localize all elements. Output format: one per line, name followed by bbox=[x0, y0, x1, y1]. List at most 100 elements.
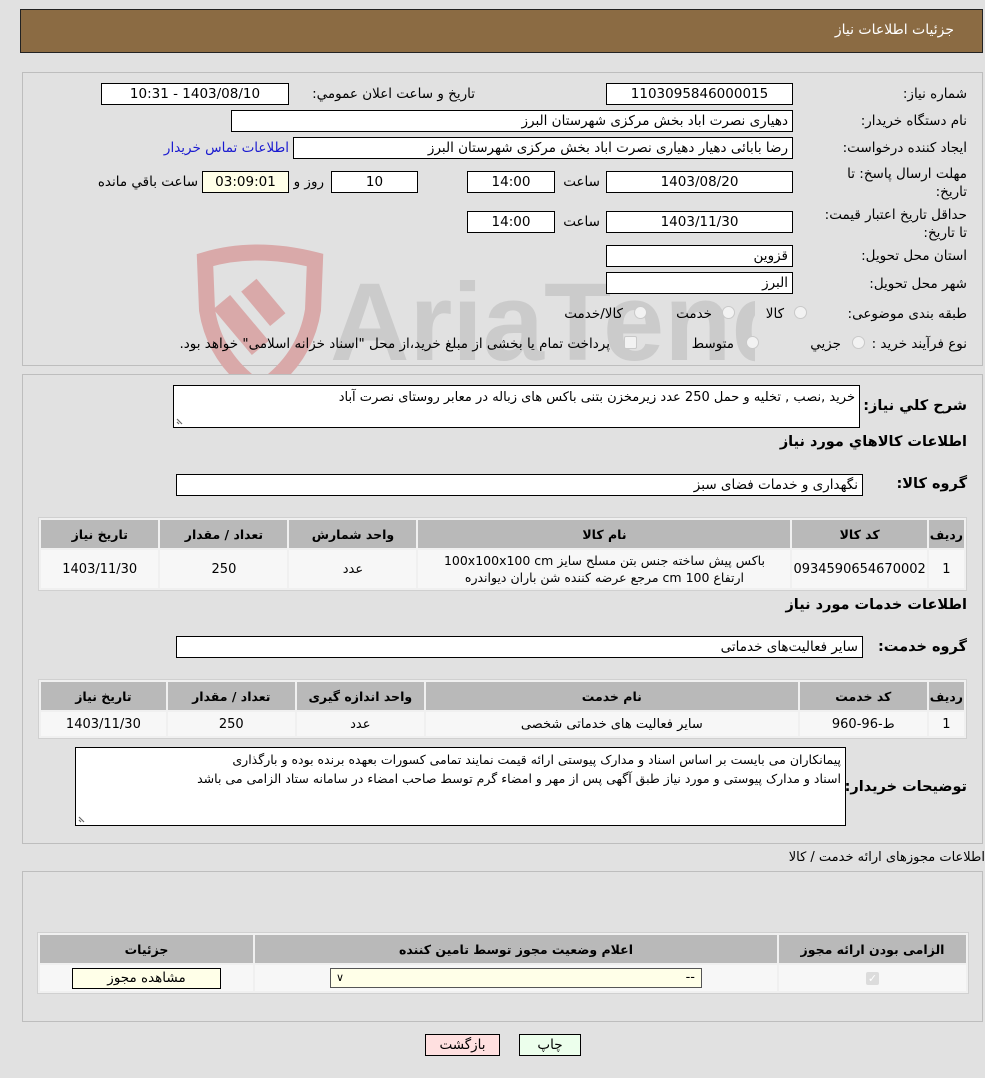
reply-time-field: 14:00 bbox=[467, 171, 555, 193]
cell-date: 1403/11/30 bbox=[41, 712, 166, 736]
col-date: تاريخ نياز bbox=[41, 682, 166, 710]
cell-qty: 250 bbox=[167, 712, 295, 736]
city-label: شهر محل تحویل: bbox=[869, 276, 967, 292]
creator-field: رضا بابائی دهیار دهیاری نصرت اباد بخش مر… bbox=[293, 137, 793, 159]
treasury-note: پرداخت تمام یا بخشی از مبلغ خرید،از محل … bbox=[179, 336, 610, 352]
permits-section-title: اطلاعات مجوزهای ارائه خدمت / کالا bbox=[788, 850, 985, 865]
treasury-checkbox[interactable] bbox=[624, 336, 637, 349]
cell-unit: عدد bbox=[296, 712, 424, 736]
col-code: کد خدمت bbox=[799, 682, 927, 710]
col-name: نام خدمت bbox=[425, 682, 798, 710]
cell-details: مشاهده مجوز bbox=[40, 965, 253, 991]
col-name: نام کالا bbox=[418, 520, 791, 548]
col-date: تاريخ نياز bbox=[41, 520, 159, 548]
province-label: استان محل تحویل: bbox=[861, 248, 967, 264]
process-option-minor: جزيي bbox=[810, 336, 841, 352]
col-required: الزامی بودن ارائه مجوز bbox=[779, 935, 966, 963]
services-section-title: اطلاعات خدمات مورد نياز bbox=[785, 597, 967, 613]
back-button[interactable]: بازگشت bbox=[425, 1034, 500, 1056]
col-status: اعلام وضعیت مجوز توسط تامین کننده bbox=[255, 935, 777, 963]
col-unit: واحد شمارش bbox=[289, 520, 417, 548]
need-number-label: شماره نیاز: bbox=[902, 86, 967, 102]
days-label: روز و bbox=[293, 174, 324, 190]
price-validity-time-label: ساعت bbox=[563, 214, 600, 230]
chevron-down-icon: ∨ bbox=[336, 971, 345, 984]
cell-code: 0934590654670002 bbox=[792, 550, 927, 588]
table-row: ✓ -- ∨ مشاهده مجوز bbox=[40, 965, 966, 991]
buyer-notes-label: توضيحات خريدار: bbox=[844, 779, 967, 795]
goods-section-title: اطلاعات کالاهاي مورد نياز bbox=[779, 434, 967, 450]
announce-label: تاريخ و ساعت اعلان عمومي: bbox=[312, 86, 475, 102]
price-validity-time-field: 14:00 bbox=[467, 211, 555, 233]
cell-qty: 250 bbox=[160, 550, 288, 588]
category-option-goods: کالا bbox=[765, 306, 784, 322]
col-qty: تعداد / مقدار bbox=[160, 520, 288, 548]
permits-table-header: الزامی بودن ارائه مجوز اعلام وضعیت مجوز … bbox=[40, 935, 966, 963]
page-header: جزئیات اطلاعات نیاز bbox=[20, 9, 983, 53]
page-title: جزئیات اطلاعات نیاز bbox=[834, 22, 954, 38]
reply-time-label: ساعت bbox=[563, 174, 600, 190]
table-row: 1 ط-96-960 سایر فعالیت های خدماتی شخصی ع… bbox=[41, 712, 964, 736]
process-radio-medium[interactable] bbox=[746, 336, 759, 349]
reply-date-field: 1403/08/20 bbox=[606, 171, 793, 193]
reply-deadline-label: مهلت ارسال پاسخ: تا تاریخ: bbox=[847, 166, 967, 200]
view-permit-button[interactable]: مشاهده مجوز bbox=[72, 967, 221, 989]
category-option-goods-service: کالا/خدمت bbox=[564, 306, 623, 322]
creator-label: ایجاد کننده درخواست: bbox=[842, 140, 967, 156]
cell-name-line1: باکس پیش ساخته جنس بتن مسلح سایز 100x100… bbox=[443, 553, 765, 568]
buyer-notes-line2: اسناد و مدارک پیوستی و مورد نیاز طبق آگه… bbox=[197, 771, 841, 786]
col-code: کد کالا bbox=[792, 520, 927, 548]
permit-status-select[interactable]: -- ∨ bbox=[330, 968, 702, 988]
description-text: خرید ,نصب , تخلیه و حمل 250 عدد زیرمخزن … bbox=[338, 390, 855, 405]
category-option-service: خدمت bbox=[676, 306, 712, 322]
price-validity-date-field: 1403/11/30 bbox=[606, 211, 793, 233]
buyer-notes-textarea[interactable]: پیمانکاران می بایست بر اساس اسناد و مدار… bbox=[75, 747, 846, 826]
category-label: طبقه بندی موضوعی: bbox=[847, 306, 967, 322]
goods-table-header: رديف کد کالا نام کالا واحد شمارش تعداد /… bbox=[41, 520, 964, 548]
cell-date: 1403/11/30 bbox=[41, 550, 159, 588]
goods-group-field: نگهداری و خدمات فضای سبز bbox=[176, 474, 863, 496]
description-label: شرح کلي نياز: bbox=[863, 398, 967, 414]
price-validity-label: حداقل تاریخ اعتبار قیمت: تا تاریخ: bbox=[824, 207, 967, 241]
resize-grip-icon[interactable] bbox=[176, 416, 185, 425]
col-row: رديف bbox=[928, 682, 964, 710]
print-button[interactable]: چاپ bbox=[519, 1034, 581, 1056]
cell-row: 1 bbox=[928, 712, 964, 736]
description-textarea[interactable]: خرید ,نصب , تخلیه و حمل 250 عدد زیرمخزن … bbox=[173, 385, 860, 428]
cell-status: -- ∨ bbox=[255, 965, 777, 991]
buyer-notes-line1: پیمانکاران می بایست بر اساس اسناد و مدار… bbox=[232, 752, 841, 767]
col-unit: واحد اندازه گيری bbox=[296, 682, 424, 710]
cell-row: 1 bbox=[928, 550, 964, 588]
cell-unit: عدد bbox=[289, 550, 417, 588]
buyer-org-field: دهیاری نصرت اباد بخش مرکزی شهرستان البرز bbox=[231, 110, 793, 132]
services-group-label: گروه خدمت: bbox=[877, 639, 967, 655]
goods-group-label: گروه کالا: bbox=[896, 476, 967, 492]
services-group-field: سایر فعالیت‌های خدماتی bbox=[176, 636, 863, 658]
cell-name: سایر فعالیت های خدماتی شخصی bbox=[425, 712, 798, 736]
cell-code: ط-96-960 bbox=[799, 712, 927, 736]
cell-name: باکس پیش ساخته جنس بتن مسلح سایز 100x100… bbox=[418, 550, 791, 588]
permits-table: الزامی بودن ارائه مجوز اعلام وضعیت مجوز … bbox=[37, 932, 969, 994]
time-remaining-field: 03:09:01 bbox=[202, 171, 289, 193]
process-radio-minor[interactable] bbox=[852, 336, 865, 349]
col-details: جزئیات bbox=[40, 935, 253, 963]
goods-table: رديف کد کالا نام کالا واحد شمارش تعداد /… bbox=[38, 517, 967, 591]
services-table: رديف کد خدمت نام خدمت واحد اندازه گيری ت… bbox=[38, 679, 967, 739]
cell-name-line2: ارتفاع 100 cm مرجع عرضه کننده شن باران د… bbox=[464, 570, 745, 585]
category-radio-goods[interactable] bbox=[794, 306, 807, 319]
process-option-medium: متوسط bbox=[691, 336, 734, 352]
col-row: رديف bbox=[928, 520, 964, 548]
category-radio-goods-service[interactable] bbox=[634, 306, 647, 319]
time-remaining-label: ساعت باقي مانده bbox=[97, 174, 198, 190]
permit-status-value: -- bbox=[685, 970, 695, 985]
resize-grip-icon[interactable] bbox=[78, 814, 87, 823]
need-number-field: 1103095846000015 bbox=[606, 83, 793, 105]
services-table-header: رديف کد خدمت نام خدمت واحد اندازه گيری ت… bbox=[41, 682, 964, 710]
process-type-label: نوع فرآیند خرید : bbox=[871, 336, 967, 352]
buyer-contact-link[interactable]: اطلاعات تماس خریدار bbox=[164, 140, 289, 156]
table-row: 1 0934590654670002 باکس پیش ساخته جنس بت… bbox=[41, 550, 964, 588]
required-checkbox[interactable]: ✓ bbox=[866, 971, 879, 985]
category-radio-service[interactable] bbox=[722, 306, 735, 319]
col-qty: تعداد / مقدار bbox=[167, 682, 295, 710]
days-remaining-field: 10 bbox=[331, 171, 418, 193]
